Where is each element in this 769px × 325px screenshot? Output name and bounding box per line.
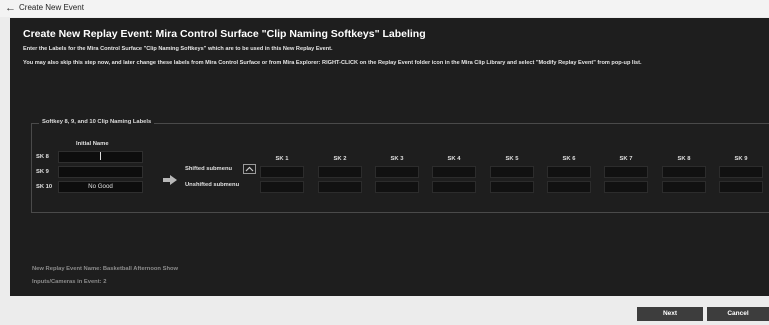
initial-name-header: Initial Name <box>76 141 109 147</box>
dialog-heading: Create New Replay Event: Mira Control Su… <box>23 28 426 40</box>
shifted-sk3-input[interactable] <box>375 166 419 178</box>
column-header-sk2: SK 2 <box>333 156 347 162</box>
chevron-up-icon[interactable] <box>243 164 256 174</box>
shifted-sk7-input[interactable] <box>604 166 648 178</box>
unshifted-sk9-input[interactable] <box>719 181 763 193</box>
unshifted-sk3-input[interactable] <box>375 181 419 193</box>
shifted-sk4-input[interactable] <box>432 166 476 178</box>
shifted-sk5-input[interactable] <box>490 166 534 178</box>
text-cursor <box>100 152 101 160</box>
window-title: Create New Event <box>19 3 84 12</box>
column-header-sk1: SK 1 <box>275 156 289 162</box>
unshifted-sk4-input[interactable] <box>432 181 476 193</box>
shifted-sk6-input[interactable] <box>547 166 591 178</box>
unshifted-sk1-input[interactable] <box>260 181 304 193</box>
column-header-sk6: SK 6 <box>562 156 576 162</box>
column-header-sk8: SK 8 <box>677 156 691 162</box>
group-label: Softkey 8, 9, and 10 Clip Naming Labels <box>39 119 155 125</box>
cancel-button[interactable]: Cancel <box>707 307 769 321</box>
column-header-sk9: SK 9 <box>734 156 748 162</box>
shifted-sk9-input[interactable] <box>719 166 763 178</box>
unshifted-sk6-input[interactable] <box>547 181 591 193</box>
shifted-submenu-label: Shifted submenu <box>185 166 233 172</box>
unshifted-sk8-input[interactable] <box>662 181 706 193</box>
column-header-sk3: SK 3 <box>390 156 404 162</box>
unshifted-sk2-input[interactable] <box>318 181 362 193</box>
inputs-line: Inputs/Cameras in Event: 2 <box>32 279 107 285</box>
unshifted-sk7-input[interactable] <box>604 181 648 193</box>
shifted-sk2-input[interactable] <box>318 166 362 178</box>
title-bar: ← Create New Event <box>0 0 769 17</box>
instruction-text-2: You may also skip this step now, and lat… <box>23 60 642 66</box>
sk10-initial-name-input[interactable]: No Good <box>58 181 143 193</box>
column-header-sk5: SK 5 <box>505 156 519 162</box>
event-name-line: New Replay Event Name: Basketball Aftern… <box>32 266 179 272</box>
unshifted-submenu-label: Unshifted submenu <box>185 182 240 188</box>
back-arrow-icon[interactable]: ← <box>5 2 16 14</box>
next-button[interactable]: Next <box>637 307 703 321</box>
sk9-label: SK 9 <box>36 169 49 175</box>
dialog-panel: Create New Replay Event: Mira Control Su… <box>10 18 769 296</box>
sk10-label: SK 10 <box>36 184 53 190</box>
sk8-label: SK 8 <box>36 154 49 160</box>
unshifted-sk5-input[interactable] <box>490 181 534 193</box>
instruction-text-1: Enter the Labels for the Mira Control Su… <box>23 46 333 52</box>
shifted-sk8-input[interactable] <box>662 166 706 178</box>
softkey-labels-group: Softkey 8, 9, and 10 Clip Naming Labels … <box>31 119 769 213</box>
sk9-initial-name-input[interactable] <box>58 166 143 178</box>
column-header-sk7: SK 7 <box>619 156 633 162</box>
shifted-sk1-input[interactable] <box>260 166 304 178</box>
right-arrow-icon <box>163 175 177 185</box>
column-header-sk4: SK 4 <box>447 156 461 162</box>
